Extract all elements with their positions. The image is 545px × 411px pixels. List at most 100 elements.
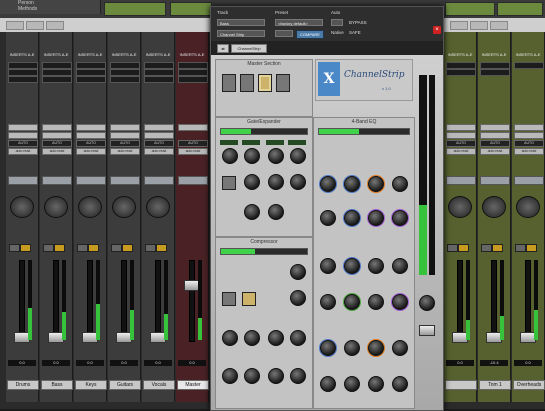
automation-mode[interactable]: auto read bbox=[480, 148, 510, 155]
range-knob[interactable] bbox=[268, 148, 284, 164]
input-selector[interactable] bbox=[514, 124, 544, 131]
insert-slot[interactable] bbox=[514, 62, 544, 69]
eq-freq-knob[interactable] bbox=[344, 176, 360, 192]
track-selector[interactable]: Bass bbox=[217, 19, 265, 26]
output-gain-knob[interactable] bbox=[419, 295, 435, 311]
toolbar-button[interactable] bbox=[46, 21, 64, 30]
insert-slot[interactable] bbox=[480, 62, 510, 69]
link-icon[interactable]: ⇄ bbox=[217, 44, 229, 53]
solo-button[interactable] bbox=[77, 244, 88, 252]
pan-knob[interactable] bbox=[112, 196, 136, 218]
input-selector[interactable] bbox=[480, 124, 510, 131]
track-name[interactable]: Guitars bbox=[109, 380, 141, 390]
threshold-knob[interactable] bbox=[222, 148, 238, 164]
compare-button[interactable]: COMPARE bbox=[296, 30, 324, 39]
eq-knob[interactable] bbox=[392, 376, 408, 392]
mute-button[interactable] bbox=[122, 244, 133, 252]
compressor-enable-button[interactable] bbox=[242, 292, 256, 306]
input-selector[interactable] bbox=[110, 124, 140, 131]
gain-knob[interactable] bbox=[290, 330, 306, 346]
region-clip[interactable] bbox=[445, 2, 495, 16]
eq-q-knob[interactable] bbox=[344, 258, 360, 274]
master-button[interactable] bbox=[258, 74, 272, 92]
track-name[interactable]: Overheads bbox=[513, 380, 545, 390]
insert-slot[interactable] bbox=[144, 76, 174, 83]
filter-knob[interactable] bbox=[268, 368, 284, 384]
automation-mode[interactable]: auto read bbox=[144, 148, 174, 155]
output-selector[interactable] bbox=[514, 132, 544, 139]
insert-slot[interactable] bbox=[8, 76, 38, 83]
group-selector[interactable] bbox=[110, 176, 140, 185]
automation-mode[interactable]: auto read bbox=[76, 148, 106, 155]
eq-knob[interactable] bbox=[344, 294, 360, 310]
toolbar-button[interactable] bbox=[6, 21, 24, 30]
group-selector[interactable] bbox=[446, 176, 476, 185]
region-clip[interactable] bbox=[497, 2, 543, 16]
track-name[interactable]: Bass bbox=[41, 380, 73, 390]
master-button[interactable] bbox=[222, 74, 236, 92]
eq-knob[interactable] bbox=[392, 340, 408, 356]
input-selector[interactable] bbox=[42, 124, 72, 131]
output-selector[interactable] bbox=[8, 132, 38, 139]
insert-slot[interactable] bbox=[178, 69, 208, 76]
output-selector[interactable] bbox=[144, 132, 174, 139]
pan-knob[interactable] bbox=[10, 196, 34, 218]
group-selector[interactable] bbox=[480, 176, 510, 185]
solo-button[interactable] bbox=[43, 244, 54, 252]
filter-knob[interactable] bbox=[222, 368, 238, 384]
insert-slot[interactable] bbox=[446, 69, 476, 76]
group-selector[interactable] bbox=[144, 176, 174, 185]
eq-knob[interactable] bbox=[320, 376, 336, 392]
pan-knob[interactable] bbox=[482, 196, 506, 218]
insert-slot[interactable] bbox=[42, 62, 72, 69]
solo-button[interactable] bbox=[9, 244, 20, 252]
pan-knob[interactable] bbox=[78, 196, 102, 218]
group-selector[interactable] bbox=[76, 176, 106, 185]
bypass-label[interactable]: BYPASS bbox=[349, 20, 367, 25]
output-selector[interactable] bbox=[178, 124, 208, 131]
group-selector[interactable] bbox=[514, 176, 544, 185]
insert-slot[interactable] bbox=[480, 69, 510, 76]
preset-selector[interactable]: <factory default> bbox=[275, 19, 323, 26]
eq-knob[interactable] bbox=[368, 340, 384, 356]
mute-button[interactable] bbox=[458, 244, 469, 252]
automation-mode[interactable]: auto read bbox=[42, 148, 72, 155]
master-button[interactable] bbox=[240, 74, 254, 92]
ratio-knob[interactable] bbox=[290, 290, 306, 306]
toolbar-button[interactable] bbox=[490, 21, 508, 30]
output-fader[interactable] bbox=[419, 325, 435, 336]
eq-gain-knob[interactable] bbox=[320, 210, 336, 226]
mute-button[interactable] bbox=[20, 244, 31, 252]
eq-q-knob[interactable] bbox=[368, 258, 384, 274]
output-selector[interactable] bbox=[110, 132, 140, 139]
insert-slot[interactable] bbox=[42, 76, 72, 83]
insert-slot[interactable] bbox=[144, 62, 174, 69]
hold-knob[interactable] bbox=[244, 174, 260, 190]
output-selector[interactable] bbox=[42, 132, 72, 139]
group-selector[interactable] bbox=[178, 176, 208, 185]
filter-knob[interactable] bbox=[244, 204, 260, 220]
safe-label[interactable]: SAFE bbox=[349, 30, 361, 35]
insert-slot[interactable] bbox=[76, 62, 106, 69]
release-knob[interactable] bbox=[268, 174, 284, 190]
eq-knob[interactable] bbox=[344, 340, 360, 356]
input-selector[interactable] bbox=[76, 124, 106, 131]
mute-button[interactable] bbox=[156, 244, 167, 252]
solo-button[interactable] bbox=[447, 244, 458, 252]
output-selector[interactable] bbox=[76, 132, 106, 139]
automation-mode[interactable]: auto read bbox=[8, 148, 38, 155]
input-selector[interactable] bbox=[8, 124, 38, 131]
plugin-selector[interactable]: Channel Strip bbox=[217, 30, 265, 37]
eq-knob[interactable] bbox=[320, 340, 336, 356]
track-name[interactable]: Vocals bbox=[143, 380, 175, 390]
attack-knob[interactable] bbox=[222, 330, 238, 346]
master-button[interactable] bbox=[276, 74, 290, 92]
pan-knob[interactable] bbox=[146, 196, 170, 218]
track-name[interactable] bbox=[445, 380, 477, 390]
close-icon[interactable]: × bbox=[433, 26, 441, 34]
eq-q-knob[interactable] bbox=[320, 258, 336, 274]
insert-slot[interactable] bbox=[76, 69, 106, 76]
eq-knob[interactable] bbox=[368, 294, 384, 310]
insert-slot[interactable] bbox=[144, 69, 174, 76]
automation-mode[interactable]: auto read bbox=[178, 148, 208, 155]
